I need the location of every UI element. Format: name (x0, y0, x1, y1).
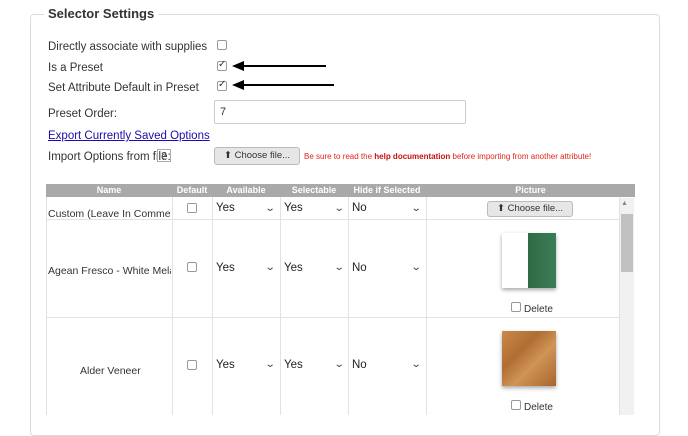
default-checkbox[interactable] (217, 79, 227, 91)
preset-order-input[interactable] (214, 100, 466, 124)
import-warning: Be sure to read the help documentation b… (304, 152, 591, 161)
import-label: Import Options from file: (48, 151, 171, 163)
chevron-down-icon: ⌄ (264, 203, 276, 214)
chevron-down-icon: ⌄ (333, 359, 345, 370)
arrow-line (242, 84, 334, 86)
choose-file-label: Choose file... (507, 203, 564, 214)
row-name: Agean Fresco - White Melan (48, 265, 171, 277)
chevron-down-icon: ⌄ (410, 203, 422, 214)
available-select[interactable]: Yes (216, 202, 235, 214)
available-select[interactable]: Yes (216, 262, 235, 274)
order-label: Preset Order: (48, 108, 118, 120)
row-picture (502, 331, 556, 386)
preset-label: Is a Preset (48, 62, 103, 74)
default-row-checkbox[interactable] (187, 262, 197, 272)
preset-checkbox[interactable] (217, 59, 227, 71)
chevron-down-icon: ⌄ (264, 262, 276, 273)
upload-icon: ⬆︎ (223, 150, 232, 161)
selectable-select[interactable]: Yes (284, 262, 303, 274)
associate-label: Directly associate with supplies (48, 41, 208, 53)
default-row-checkbox[interactable] (187, 203, 197, 213)
selectable-select[interactable]: Yes (284, 359, 303, 371)
row-choose-file-button[interactable]: ⬆︎ Choose file... (487, 201, 573, 217)
col-available: Available (226, 185, 266, 195)
scrollbar-thumb[interactable] (621, 214, 633, 272)
arrow-line (242, 65, 326, 67)
chevron-down-icon: ⌄ (333, 262, 345, 273)
row-picture (502, 233, 556, 288)
upload-icon: ⬆︎ (496, 203, 505, 214)
table-header: Name Default Available Selectable Hide i… (46, 184, 635, 197)
col-selectable: Selectable (291, 185, 337, 195)
scroll-up-icon[interactable]: ▲ (621, 200, 628, 207)
delete-checkbox[interactable] (511, 302, 521, 312)
help-doc-link[interactable]: help documentation (374, 152, 450, 161)
chevron-down-icon: ⌄ (333, 203, 345, 214)
section-title: Selector Settings (44, 6, 159, 21)
col-picture: Picture (515, 185, 546, 195)
default-row-checkbox[interactable] (187, 360, 197, 370)
import-choose-file-button[interactable]: ⬆︎ Choose file... (214, 147, 300, 165)
hide-select[interactable]: No (352, 359, 367, 371)
help-icon[interactable]: ? (157, 149, 171, 162)
delete-label: Delete (524, 304, 553, 315)
col-hide: Hide if Selected (353, 185, 421, 195)
choose-file-label: Choose file... (234, 150, 291, 161)
row-name: Custom (Leave In Comment (48, 208, 171, 220)
chevron-down-icon: ⌄ (410, 262, 422, 273)
col-name: Name (96, 185, 122, 195)
warning-post: before importing from another attribute! (450, 152, 592, 161)
default-label: Set Attribute Default in Preset (48, 82, 199, 94)
hide-select[interactable]: No (352, 202, 367, 214)
warning-pre: Be sure to read the (304, 152, 375, 161)
col-default: Default (176, 185, 208, 195)
delete-checkbox[interactable] (511, 400, 521, 410)
available-select[interactable]: Yes (216, 359, 235, 371)
chevron-down-icon: ⌄ (410, 359, 422, 370)
hide-select[interactable]: No (352, 262, 367, 274)
selectable-select[interactable]: Yes (284, 202, 303, 214)
chevron-down-icon: ⌄ (264, 359, 276, 370)
export-link[interactable]: Export Currently Saved Options (48, 130, 210, 142)
delete-label: Delete (524, 402, 553, 413)
associate-checkbox[interactable] (217, 40, 227, 50)
row-name: Alder Veneer (80, 365, 141, 377)
